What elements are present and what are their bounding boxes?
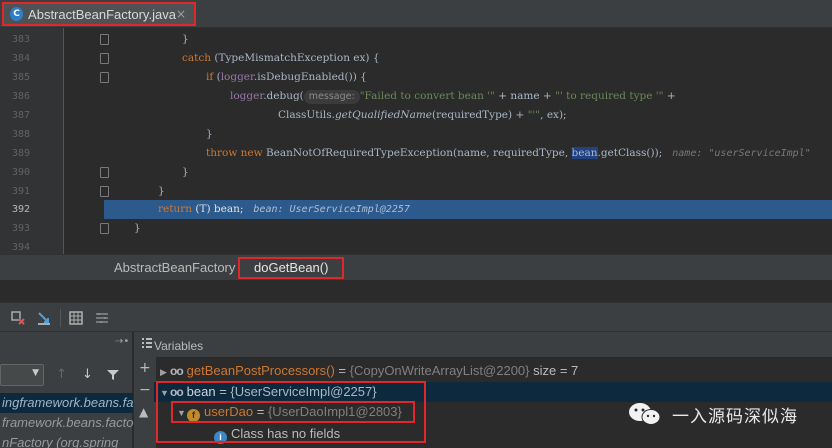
code-line[interactable]: 389 throw new BeanNotOfRequiredTypeExcep…: [0, 144, 832, 163]
java-class-icon: C: [10, 7, 24, 21]
code-text: if (logger.isDebugEnabled()) {: [206, 71, 367, 83]
step-out-icon[interactable]: [36, 310, 52, 326]
toolbar-separator: [60, 309, 61, 327]
variable-row-getbeanpostprocessors[interactable]: ▶ oo getBeanPostProcessors() = {CopyOnWrit…: [160, 361, 578, 380]
current-execution-line[interactable]: 392 return (T) bean; bean: UserServiceIm…: [12, 200, 832, 219]
pin-icon[interactable]: ⇢•: [115, 336, 129, 347]
line-number: 384: [11, 53, 30, 64]
menu-icon[interactable]: [142, 338, 152, 348]
close-icon[interactable]: ×: [176, 7, 186, 21]
line-number: 390: [11, 167, 30, 178]
line-number: 393: [11, 223, 30, 234]
code-text: throw new BeanNotOfRequiredTypeException…: [206, 147, 811, 159]
code-line[interactable]: 393 }: [0, 219, 832, 238]
variables-header: Variables: [134, 332, 832, 357]
code-text: }: [134, 222, 141, 234]
code-text: }: [206, 128, 213, 140]
remove-icon[interactable]: −: [139, 382, 151, 398]
line-number: 394: [11, 242, 30, 253]
line-number: 391: [11, 186, 30, 197]
code-text: return (T) bean; bean: UserServiceImpl@2…: [158, 203, 410, 215]
code-text: }: [158, 185, 165, 197]
fold-marker-icon[interactable]: [100, 34, 109, 45]
evaluate-table-icon[interactable]: [68, 310, 84, 326]
line-number: 392: [11, 204, 30, 215]
run-to-cursor-icon[interactable]: [10, 310, 26, 326]
line-number: 383: [11, 34, 30, 45]
code-text: }: [182, 33, 189, 45]
breadcrumb: AbstractBeanFactory doGetBean(): [0, 254, 832, 280]
code-line[interactable]: 387 ClassUtils.getQualifiedName(required…: [0, 106, 832, 125]
arrow-up-icon[interactable]: ↑: [56, 367, 67, 382]
debugger-toolbar: [0, 302, 832, 332]
expand-arrow-icon[interactable]: ▶: [160, 363, 170, 382]
breadcrumb-class[interactable]: AbstractBeanFactory: [114, 260, 235, 275]
variable-size: size = 7: [529, 363, 579, 378]
variable-name: getBeanPostProcessors(): [186, 363, 335, 378]
line-number-392-bg: 392: [0, 200, 30, 219]
watermark-text: 一入源码深似海: [672, 406, 798, 427]
editor-spacer: [0, 280, 832, 302]
code-line[interactable]: 384 catch (TypeMismatchException ex) {: [0, 49, 832, 68]
inline-debug-value: name: "userServiceImpl": [672, 148, 811, 159]
tab-filename: AbstractBeanFactory.java: [28, 6, 176, 22]
annotation-box-userdao: [171, 401, 415, 423]
editor-tab-abstractbeanfactory[interactable]: C AbstractBeanFactory.java ×: [2, 2, 196, 26]
fold-marker-icon[interactable]: [100, 167, 109, 178]
inline-debug-value: bean: UserServiceImpl@2257: [253, 204, 410, 215]
watch-icon: oo: [170, 364, 184, 378]
line-number: 385: [11, 72, 30, 83]
fold-marker-icon[interactable]: [100, 223, 109, 234]
code-line[interactable]: 394: [0, 238, 832, 254]
parameter-hint: message:: [303, 90, 360, 104]
code-text: }: [182, 166, 189, 178]
arrow-down-icon[interactable]: ↓: [82, 367, 93, 382]
editor-tab-bar: C AbstractBeanFactory.java ×: [0, 0, 832, 28]
thread-dropdown[interactable]: ▼: [0, 364, 44, 386]
move-up-icon[interactable]: ▲: [139, 405, 148, 419]
fold-marker-icon[interactable]: [100, 72, 109, 83]
add-icon[interactable]: +: [139, 360, 151, 376]
variables-side-toolbar: + − ▲: [134, 357, 156, 448]
fold-marker-icon[interactable]: [100, 186, 109, 197]
code-text: catch (TypeMismatchException ex) {: [182, 52, 380, 64]
code-line[interactable]: 385 if (logger.isDebugEnabled()) {: [0, 68, 832, 87]
line-number: 387: [11, 110, 30, 121]
code-text: ClassUtils.getQualifiedName(requiredType…: [278, 109, 567, 121]
wechat-icon: [629, 403, 661, 425]
variable-value: {CopyOnWriteArrayList@2200}: [349, 363, 530, 378]
fold-marker-icon[interactable]: [100, 53, 109, 64]
breadcrumb-method[interactable]: doGetBean(): [238, 257, 344, 279]
frames-panel: ⇢• ▼ ↑ ↓ ingframework.beans.fa framework…: [0, 332, 133, 448]
frame-item[interactable]: nFactory (org.spring: [0, 433, 133, 448]
code-line[interactable]: 388 }: [0, 125, 832, 144]
frame-item[interactable]: framework.beans.facto: [0, 413, 133, 433]
filter-icon[interactable]: [106, 368, 120, 382]
line-number: 388: [11, 129, 30, 140]
frame-item[interactable]: ingframework.beans.fa: [0, 393, 133, 413]
settings-list-icon[interactable]: [94, 310, 110, 326]
code-line[interactable]: 391 }: [0, 182, 832, 201]
chevron-down-icon: ▼: [32, 368, 39, 378]
variable-eq: =: [334, 363, 350, 378]
line-number: 386: [11, 91, 30, 102]
variables-title: Variables: [154, 339, 204, 353]
frames-header: ⇢•: [0, 332, 132, 357]
code-line[interactable]: 383 }: [0, 30, 832, 49]
line-number: 389: [11, 148, 30, 159]
code-line[interactable]: 390 }: [0, 163, 832, 182]
code-line[interactable]: 386 logger.debug(message: "Failed to conv…: [0, 87, 832, 106]
watermark: 一入源码深似海: [628, 400, 832, 428]
code-editor[interactable]: 383 } 384 catch (TypeMismatchException e…: [0, 28, 832, 254]
code-text: logger.debug(message: "Failed to convert …: [230, 90, 676, 104]
